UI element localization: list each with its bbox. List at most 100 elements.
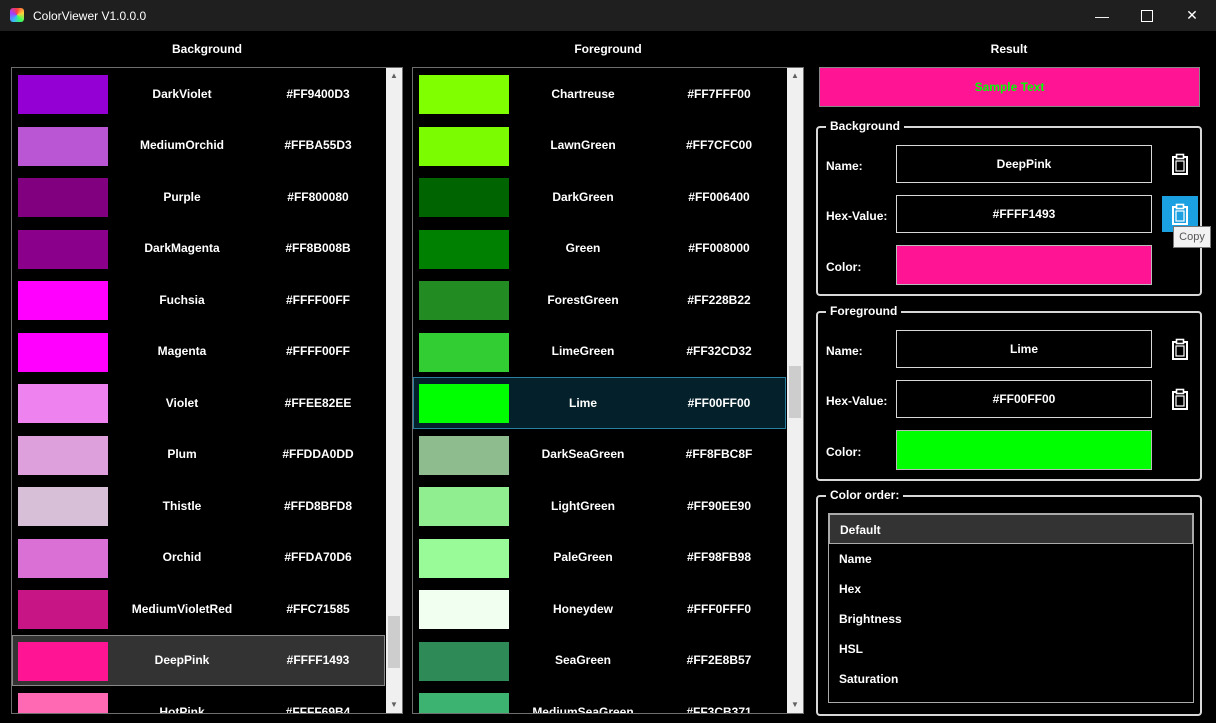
list-item[interactable]: SeaGreen #FF2E8B57 [413,635,786,687]
scroll-down-icon[interactable]: ▼ [386,697,402,713]
color-hex: #FF008000 [688,241,750,256]
color-hex: #FF228B22 [687,292,751,307]
list-item[interactable]: LawnGreen #FF7CFC00 [413,120,786,172]
foreground-scrollbar[interactable]: ▲ ▼ [787,68,803,713]
color-hex: #FF9400D3 [286,86,350,101]
bg-name-field: DeepPink [896,145,1152,183]
fg-color-label: Color: [826,445,862,459]
color-name: MediumOrchid [139,138,224,153]
copy-fg-hex-button[interactable] [1162,381,1198,417]
color-order-item[interactable]: Default [829,514,1193,544]
color-order-title: Color order: [826,488,904,502]
color-swatch [419,178,509,217]
list-item[interactable]: DarkMagenta #FF8B008B [12,223,385,275]
color-hex: #FF32CD32 [686,344,752,359]
color-hex: #FF7CFC00 [685,138,753,153]
color-hex: #FFFF00FF [285,292,350,307]
scroll-up-icon[interactable]: ▲ [787,68,803,84]
color-name: Fuchsia [159,292,205,307]
clipboard-icon [1172,153,1188,175]
color-name: LimeGreen [551,344,615,359]
color-hex: #FFFF69B4 [285,704,351,714]
list-item[interactable]: DarkGreen #FF006400 [413,171,786,223]
list-item[interactable]: Lime #FF00FF00 [413,377,786,429]
color-name: Thistle [162,498,202,513]
color-hex: #FF2E8B57 [686,653,752,668]
list-item[interactable]: Thistle #FFD8BFD8 [12,480,385,532]
scroll-thumb[interactable] [388,616,400,668]
minimize-button[interactable]: — [1079,0,1125,31]
color-order-list[interactable]: Default Name Hex Brightness HSL Saturation [828,513,1194,703]
bg-name-label: Name: [826,159,863,173]
color-swatch [18,538,108,578]
color-name: DarkSeaGreen [541,447,625,462]
color-order-item[interactable]: Brightness [829,604,1193,634]
maximize-button[interactable] [1124,0,1170,31]
list-item[interactable]: Chartreuse #FF7FFF00 [413,68,786,120]
list-item[interactable]: Violet #FFEE82EE [12,377,385,429]
color-hex: #FFC71585 [286,601,350,616]
clipboard-icon [1172,203,1188,225]
list-item[interactable]: Magenta #FFFF00FF [12,326,385,378]
foreground-color-list[interactable]: Chartreuse #FF7FFF00 LawnGreen #FF7CFC00 Dar… [412,67,804,714]
list-item[interactable]: HotPink #FFFF69B4 [12,686,385,714]
color-swatch [419,538,509,578]
color-swatch [18,126,108,166]
color-order-item[interactable]: Hex [829,574,1193,604]
list-item[interactable]: MediumVioletRed #FFC71585 [12,583,385,635]
list-item[interactable]: MediumSeaGreen #FF3CB371 [413,686,786,713]
background-color-list[interactable]: DarkViolet #FF9400D3 MediumOrchid #FFBA55D3… [11,67,403,714]
color-swatch [419,435,509,475]
color-swatch [18,229,108,269]
list-item[interactable]: Fuchsia #FFFF00FF [12,274,385,326]
scroll-down-icon[interactable]: ▼ [787,697,803,713]
color-name: LightGreen [550,498,615,513]
scroll-up-icon[interactable]: ▲ [386,68,402,84]
list-item[interactable]: Plum #FFDDA0DD [12,429,385,481]
list-item[interactable]: ForestGreen #FF228B22 [413,274,786,326]
list-item[interactable]: PaleGreen #FF98FB98 [413,532,786,584]
list-item[interactable]: DeepPink #FFFF1493 [12,634,385,686]
color-order-item[interactable]: Name [829,544,1193,574]
app-icon [10,8,24,22]
color-name: DarkGreen [552,189,614,204]
background-header: Background [171,42,242,56]
color-swatch [18,590,108,629]
close-button[interactable]: ✕ [1169,0,1215,31]
fg-name-label: Name: [826,344,863,358]
color-hex: #FF00FF00 [687,395,751,410]
copy-fg-name-button[interactable] [1162,331,1198,367]
color-hex: #FF8B008B [285,241,351,256]
fg-color-swatch [896,430,1152,470]
list-item[interactable]: Purple #FF800080 [12,171,385,223]
color-hex: #FF006400 [688,189,750,204]
color-hex: #FFBA55D3 [284,138,352,153]
color-swatch [18,487,108,526]
list-item[interactable]: Orchid #FFDA70D6 [12,532,385,584]
color-name: DarkViolet [152,86,212,101]
list-item[interactable]: MediumOrchid #FFBA55D3 [12,120,385,172]
color-swatch [419,693,509,713]
color-hex: #FF7FFF00 [687,86,751,101]
color-name: MediumVioletRed [131,601,233,616]
bg-hex-field: #FFFF1493 [896,195,1152,233]
color-name: DarkMagenta [144,241,220,256]
list-item[interactable]: DarkViolet #FF9400D3 [12,68,385,120]
list-item[interactable]: LimeGreen #FF32CD32 [413,326,786,378]
list-item[interactable]: Green #FF008000 [413,223,786,275]
color-name: Lime [568,395,597,410]
list-item[interactable]: Honeydew #FFF0FFF0 [413,583,786,635]
scroll-thumb[interactable] [789,366,801,418]
bg-color-label: Color: [826,260,862,274]
bg-hex-label: Hex-Value: [826,209,888,223]
copy-bg-name-button[interactable] [1162,146,1198,182]
color-order-item[interactable]: HSL [829,634,1193,664]
color-hex: #FF98FB98 [686,550,752,565]
background-scrollbar[interactable]: ▲ ▼ [386,68,402,713]
fg-hex-label: Hex-Value: [826,394,888,408]
color-hex: #FF8FBC8F [685,447,753,462]
color-order-item[interactable]: Saturation [829,664,1193,694]
window-title: ColorViewer V1.0.0.0 [33,9,147,23]
list-item[interactable]: DarkSeaGreen #FF8FBC8F [413,429,786,481]
list-item[interactable]: LightGreen #FF90EE90 [413,480,786,532]
